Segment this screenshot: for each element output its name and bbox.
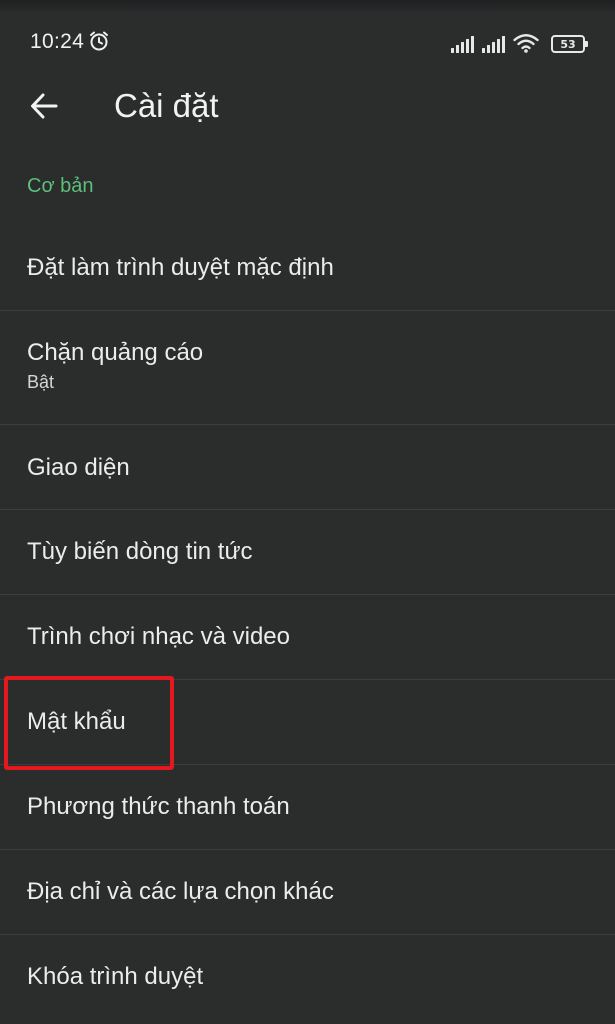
- settings-item-ad-block[interactable]: Chặn quảng cáo Bật: [0, 338, 615, 394]
- wifi-icon: [513, 34, 539, 53]
- settings-item-label: Địa chỉ và các lựa chọn khác: [27, 878, 334, 905]
- settings-item-label: Phương thức thanh toán: [27, 793, 290, 820]
- divider: [0, 424, 615, 425]
- settings-item-status: Bật: [27, 372, 55, 392]
- status-time: 10:24: [30, 30, 85, 53]
- battery-level: 53: [560, 37, 576, 51]
- divider: [0, 849, 615, 850]
- settings-item-label: Tùy biến dòng tin tức: [27, 538, 253, 565]
- back-button[interactable]: [22, 86, 66, 126]
- page-title: Cài đặt: [114, 87, 219, 124]
- divider: [0, 310, 615, 311]
- settings-item-label: Mật khẩu: [27, 708, 126, 735]
- battery-icon: 53: [551, 35, 588, 53]
- alarm-icon: [90, 31, 108, 51]
- section-header-basic: Cơ bản: [27, 175, 94, 197]
- app-bar: Cài đặt: [0, 70, 615, 142]
- divider: [0, 764, 615, 765]
- settings-item-default-browser[interactable]: Đặt làm trình duyệt mặc định: [0, 253, 615, 283]
- settings-item-label: Giao diện: [27, 454, 130, 481]
- settings-item-passwords[interactable]: Mật khẩu: [0, 707, 615, 737]
- settings-item-addresses[interactable]: Địa chỉ và các lựa chọn khác: [0, 877, 615, 907]
- settings-item-payment-methods[interactable]: Phương thức thanh toán: [0, 792, 615, 822]
- settings-item-label: Trình chơi nhạc và video: [27, 623, 290, 650]
- top-edge: [0, 0, 615, 14]
- settings-item-media-player[interactable]: Trình chơi nhạc và video: [0, 622, 615, 652]
- status-bar: 10:24 53: [0, 22, 615, 64]
- divider: [0, 934, 615, 935]
- signal-icon: [482, 35, 505, 53]
- settings-item-news-feed[interactable]: Tùy biến dòng tin tức: [0, 537, 615, 567]
- settings-item-label: Chặn quảng cáo: [27, 339, 204, 366]
- divider: [0, 679, 615, 680]
- status-icons: 53: [451, 31, 588, 53]
- arrow-left-icon: [31, 93, 58, 119]
- settings-item-label: Đặt làm trình duyệt mặc định: [27, 254, 334, 281]
- settings-item-appearance[interactable]: Giao diện: [0, 453, 615, 483]
- divider: [0, 509, 615, 510]
- settings-screen: 10:24 53 Cài đặt Cơ bản Đặt làm trình du…: [0, 0, 615, 1024]
- divider: [0, 594, 615, 595]
- settings-item-label: Khóa trình duyệt: [27, 963, 204, 990]
- settings-item-browser-lock[interactable]: Khóa trình duyệt: [0, 962, 615, 992]
- signal-icon: [451, 35, 474, 53]
